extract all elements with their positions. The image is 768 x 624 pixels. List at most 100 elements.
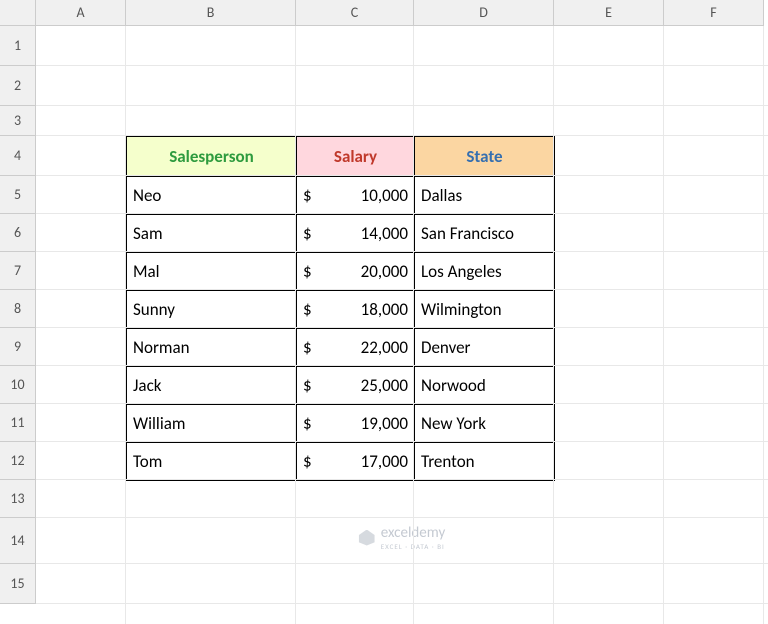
header-salesperson[interactable]: Salesperson	[127, 137, 297, 177]
cell-salesperson[interactable]: Sam	[127, 215, 297, 253]
table-row: William$19,000New York	[127, 405, 555, 443]
cell-salesperson[interactable]: William	[127, 405, 297, 443]
column-header-B[interactable]: B	[126, 0, 296, 26]
cell-salary[interactable]: $17,000	[297, 443, 415, 481]
salary-amount: 10,000	[303, 185, 408, 206]
gridline-vertical	[413, 26, 414, 624]
select-all-corner[interactable]	[0, 0, 36, 26]
row-header-4[interactable]: 4	[0, 136, 36, 176]
row-header-14[interactable]: 14	[0, 518, 36, 564]
grid-area[interactable]: Salesperson Salary State Neo$10,000Dalla…	[36, 26, 768, 624]
row-header-3[interactable]: 3	[0, 106, 36, 136]
column-header-F[interactable]: F	[664, 0, 764, 26]
row-header-6[interactable]: 6	[0, 214, 36, 252]
row-header-15[interactable]: 15	[0, 564, 36, 604]
gridline-horizontal	[36, 479, 768, 480]
gridline-horizontal	[36, 563, 768, 564]
gridline-horizontal	[36, 289, 768, 290]
spreadsheet: ABCDEF 123456789101112131415 Salesperson…	[0, 0, 768, 624]
cell-salary[interactable]: $19,000	[297, 405, 415, 443]
gridline-horizontal	[36, 603, 768, 604]
salary-amount: 17,000	[303, 451, 408, 472]
data-table: Salesperson Salary State Neo$10,000Dalla…	[126, 136, 555, 481]
table-row: Sunny$18,000Wilmington	[127, 291, 555, 329]
column-headers: ABCDEF	[36, 0, 764, 26]
currency-symbol: $	[303, 223, 312, 244]
cell-state[interactable]: Wilmington	[415, 291, 555, 329]
gridline-vertical	[125, 26, 126, 624]
header-state[interactable]: State	[415, 137, 555, 177]
cell-state[interactable]: New York	[415, 405, 555, 443]
cell-salary[interactable]: $20,000	[297, 253, 415, 291]
column-header-E[interactable]: E	[554, 0, 664, 26]
gridline-horizontal	[36, 135, 768, 136]
gridline-horizontal	[36, 441, 768, 442]
cell-salary[interactable]: $22,000	[297, 329, 415, 367]
row-header-2[interactable]: 2	[0, 66, 36, 106]
row-header-13[interactable]: 13	[0, 480, 36, 518]
salary-amount: 19,000	[303, 413, 408, 434]
currency-symbol: $	[303, 375, 312, 396]
currency-symbol: $	[303, 299, 312, 320]
gridline-horizontal	[36, 327, 768, 328]
table-row: Sam$14,000San Francisco	[127, 215, 555, 253]
gridline-vertical	[295, 26, 296, 624]
column-header-C[interactable]: C	[296, 0, 414, 26]
gridline-horizontal	[36, 403, 768, 404]
gridline-horizontal	[36, 365, 768, 366]
currency-symbol: $	[303, 451, 312, 472]
cell-salesperson[interactable]: Sunny	[127, 291, 297, 329]
cell-salary[interactable]: $14,000	[297, 215, 415, 253]
row-header-8[interactable]: 8	[0, 290, 36, 328]
row-header-7[interactable]: 7	[0, 252, 36, 290]
salary-amount: 20,000	[303, 261, 408, 282]
cell-state[interactable]: Los Angeles	[415, 253, 555, 291]
watermark: exceldemy EXCEL · DATA · BI	[359, 524, 445, 551]
cell-salary[interactable]: $25,000	[297, 367, 415, 405]
row-header-11[interactable]: 11	[0, 404, 36, 442]
row-header-12[interactable]: 12	[0, 442, 36, 480]
row-header-5[interactable]: 5	[0, 176, 36, 214]
row-headers: 123456789101112131415	[0, 26, 36, 604]
gridline-vertical	[763, 26, 764, 624]
watermark-logo-icon	[359, 530, 375, 546]
cell-salesperson[interactable]: Neo	[127, 177, 297, 215]
cell-salary[interactable]: $10,000	[297, 177, 415, 215]
cell-state[interactable]: Trenton	[415, 443, 555, 481]
gridline-horizontal	[36, 213, 768, 214]
table-row: Neo$10,000Dallas	[127, 177, 555, 215]
cell-salesperson[interactable]: Mal	[127, 253, 297, 291]
table-row: Norman$22,000Denver	[127, 329, 555, 367]
cell-state[interactable]: Norwood	[415, 367, 555, 405]
column-header-D[interactable]: D	[414, 0, 554, 26]
currency-symbol: $	[303, 337, 312, 358]
cell-salesperson[interactable]: Norman	[127, 329, 297, 367]
table-row: Tom$17,000Trenton	[127, 443, 555, 481]
cell-state[interactable]: San Francisco	[415, 215, 555, 253]
table-row: Mal$20,000Los Angeles	[127, 253, 555, 291]
gridline-horizontal	[36, 517, 768, 518]
salary-amount: 22,000	[303, 337, 408, 358]
currency-symbol: $	[303, 261, 312, 282]
gridline-horizontal	[36, 251, 768, 252]
row-header-10[interactable]: 10	[0, 366, 36, 404]
gridline-vertical	[553, 26, 554, 624]
cell-state[interactable]: Denver	[415, 329, 555, 367]
gridline-horizontal	[36, 65, 768, 66]
salary-amount: 25,000	[303, 375, 408, 396]
row-header-1[interactable]: 1	[0, 26, 36, 66]
cell-salesperson[interactable]: Tom	[127, 443, 297, 481]
header-salary[interactable]: Salary	[297, 137, 415, 177]
salary-amount: 14,000	[303, 223, 408, 244]
table-row: Jack$25,000Norwood	[127, 367, 555, 405]
gridline-horizontal	[36, 105, 768, 106]
row-header-9[interactable]: 9	[0, 328, 36, 366]
salary-amount: 18,000	[303, 299, 408, 320]
cell-state[interactable]: Dallas	[415, 177, 555, 215]
cell-salesperson[interactable]: Jack	[127, 367, 297, 405]
gridline-vertical	[663, 26, 664, 624]
column-header-A[interactable]: A	[36, 0, 126, 26]
gridline-horizontal	[36, 175, 768, 176]
cell-salary[interactable]: $18,000	[297, 291, 415, 329]
currency-symbol: $	[303, 185, 312, 206]
